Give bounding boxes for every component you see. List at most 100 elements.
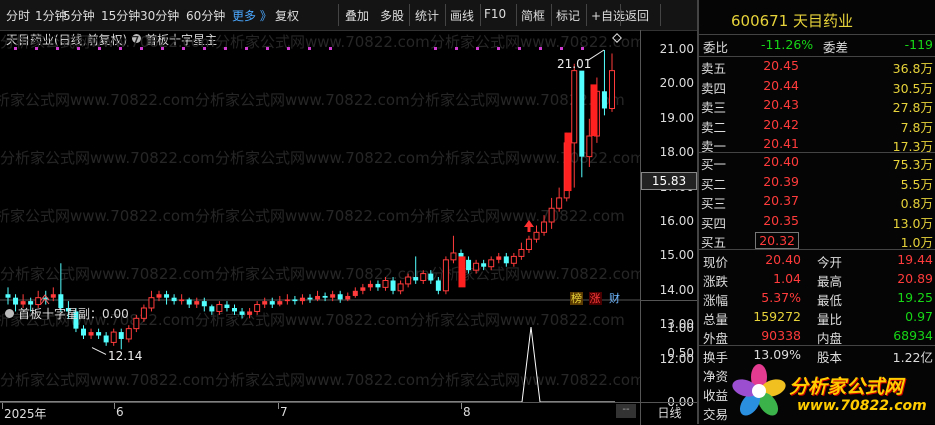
finance-badge[interactable]: 财 xyxy=(609,292,620,305)
stat-value: 20.40 xyxy=(765,252,801,267)
sub-indicator-title: 首板十字星副：0.00 xyxy=(18,307,129,321)
signal-dot xyxy=(119,47,122,50)
period-label[interactable]: 日线 xyxy=(640,402,698,425)
adjust-button[interactable]: 复权 xyxy=(275,7,299,24)
stats-button[interactable]: 统计 xyxy=(415,7,439,24)
stat-value: 90338 xyxy=(761,328,801,343)
price-tick: 16.00 xyxy=(659,214,694,228)
simple-frame-button[interactable]: 简框 xyxy=(521,7,545,24)
bid-row[interactable]: 买三 20.37 0.8万 xyxy=(699,192,935,211)
divider xyxy=(699,34,935,35)
tab-timeshare[interactable]: 分时 xyxy=(6,7,30,24)
candle-body xyxy=(254,304,261,312)
stat-value: 20.89 xyxy=(897,271,933,286)
candle-body xyxy=(352,290,358,296)
signal-dot xyxy=(455,47,458,50)
webi-value: -11.26% xyxy=(761,37,814,52)
price-tick: 15.00 xyxy=(659,248,694,263)
bid-label: 买一 xyxy=(701,157,727,172)
bid-label: 买三 xyxy=(701,196,727,211)
time-tick: 7 xyxy=(280,405,288,419)
signal-dot xyxy=(56,47,59,50)
candle-body xyxy=(390,280,396,291)
ask-row[interactable]: 卖五 20.45 36.8万 xyxy=(699,57,935,76)
price-tick: 19.00 xyxy=(659,110,694,125)
candle-body xyxy=(496,256,502,260)
draw-line-button[interactable]: 画线 xyxy=(450,7,474,24)
toolbar-separator xyxy=(551,4,552,26)
bid-row[interactable]: 买四 20.35 13.0万 xyxy=(699,212,935,231)
tab-1min[interactable]: 1分钟 xyxy=(35,7,67,24)
candle-body xyxy=(397,283,404,292)
limit-up-candle xyxy=(458,256,466,288)
bid-label: 买二 xyxy=(701,176,727,192)
toolbar-separator xyxy=(620,4,621,26)
tab-60min[interactable]: 60分钟 xyxy=(186,7,225,24)
candle-body xyxy=(269,301,275,305)
rank-badge[interactable]: 榜 xyxy=(570,292,583,305)
weicha-value: -119 xyxy=(904,37,933,52)
tab-15min[interactable]: 15分钟 xyxy=(101,7,140,24)
candle-body xyxy=(601,91,607,109)
bid-row[interactable]: 买一 20.40 75.3万 xyxy=(699,153,935,172)
candle-body xyxy=(13,297,19,305)
ask-label: 卖四 xyxy=(701,80,727,96)
price-tick: 20.00 xyxy=(659,76,694,91)
candle-body xyxy=(428,273,434,281)
toolbar-separator xyxy=(516,4,517,26)
axis-scroll-button[interactable]: -- xyxy=(616,404,636,418)
bid-price: 20.40 xyxy=(763,154,799,169)
candle-body xyxy=(118,332,124,339)
toolbar-separator xyxy=(445,4,446,26)
toolbar-separator xyxy=(660,4,661,26)
ask-volume: 36.8万 xyxy=(892,61,933,76)
signal-dot xyxy=(308,47,311,50)
mark-button[interactable]: 标记 xyxy=(556,7,580,24)
candle-body xyxy=(247,311,253,315)
multi-stock-button[interactable]: 多股 xyxy=(380,7,404,24)
bid-volume: 13.0万 xyxy=(892,215,933,231)
tab-30min[interactable]: 30分钟 xyxy=(140,7,179,24)
ask-label: 卖三 xyxy=(701,100,727,115)
signal-dot xyxy=(203,47,206,50)
toolbar-separator xyxy=(586,4,587,26)
candle-body xyxy=(609,70,615,109)
ask-price: 20.44 xyxy=(763,77,799,93)
limit-up-badge[interactable]: 涨 xyxy=(588,292,602,305)
candle-body xyxy=(262,301,268,305)
watermark-text: 分析家公式网www.70822.com xyxy=(0,265,215,283)
ask-row[interactable]: 卖二 20.42 7.8万 xyxy=(699,116,935,135)
sub-indicator-menu-icon[interactable] xyxy=(5,309,14,318)
stat-label: 量比 xyxy=(817,312,843,327)
bid-price: 20.35 xyxy=(763,212,799,228)
candle-body xyxy=(216,304,223,312)
bid-row[interactable]: 买二 20.39 5.5万 xyxy=(699,173,935,192)
sub-tick: 1.00 xyxy=(667,321,694,335)
candle-body xyxy=(133,317,140,330)
candle-body xyxy=(367,283,373,288)
sub-indicator-line xyxy=(0,326,615,403)
more-button[interactable]: 更多 》 xyxy=(232,7,272,24)
signal-dot xyxy=(476,47,479,50)
stat-value: 19.44 xyxy=(897,252,933,267)
candle-body xyxy=(148,297,155,309)
sub-tick: 0.50 xyxy=(667,346,694,360)
ask-row[interactable]: 卖三 20.43 27.8万 xyxy=(699,96,935,115)
stat-value: 0.97 xyxy=(905,309,933,324)
signal-dot xyxy=(518,47,521,50)
tab-5min[interactable]: 5分钟 xyxy=(63,7,95,24)
logo-url: www.70822.com xyxy=(797,398,927,414)
watermark-text: 分析家公式网www.70822.com xyxy=(410,311,625,329)
webi-row: 委比 -11.26% 委差 -119 xyxy=(699,36,935,55)
ask-row[interactable]: 卖四 20.44 30.5万 xyxy=(699,77,935,96)
back-button[interactable]: 返回 xyxy=(625,7,649,24)
candle-body xyxy=(35,297,42,306)
current-price-tag: 15.83 xyxy=(641,172,697,190)
weicha-label: 委差 xyxy=(823,40,849,55)
kline-chart[interactable]: 分析家公式网www.70822.com 分析家公式网www.70822.com 分析… xyxy=(0,30,640,404)
bid-row[interactable]: 买五 20.32 1.0万 xyxy=(699,231,935,250)
overlay-button[interactable]: 叠加 xyxy=(345,7,369,24)
candle-body xyxy=(382,279,389,288)
signal-dot xyxy=(329,47,332,50)
f10-button[interactable]: F10 xyxy=(484,7,506,21)
